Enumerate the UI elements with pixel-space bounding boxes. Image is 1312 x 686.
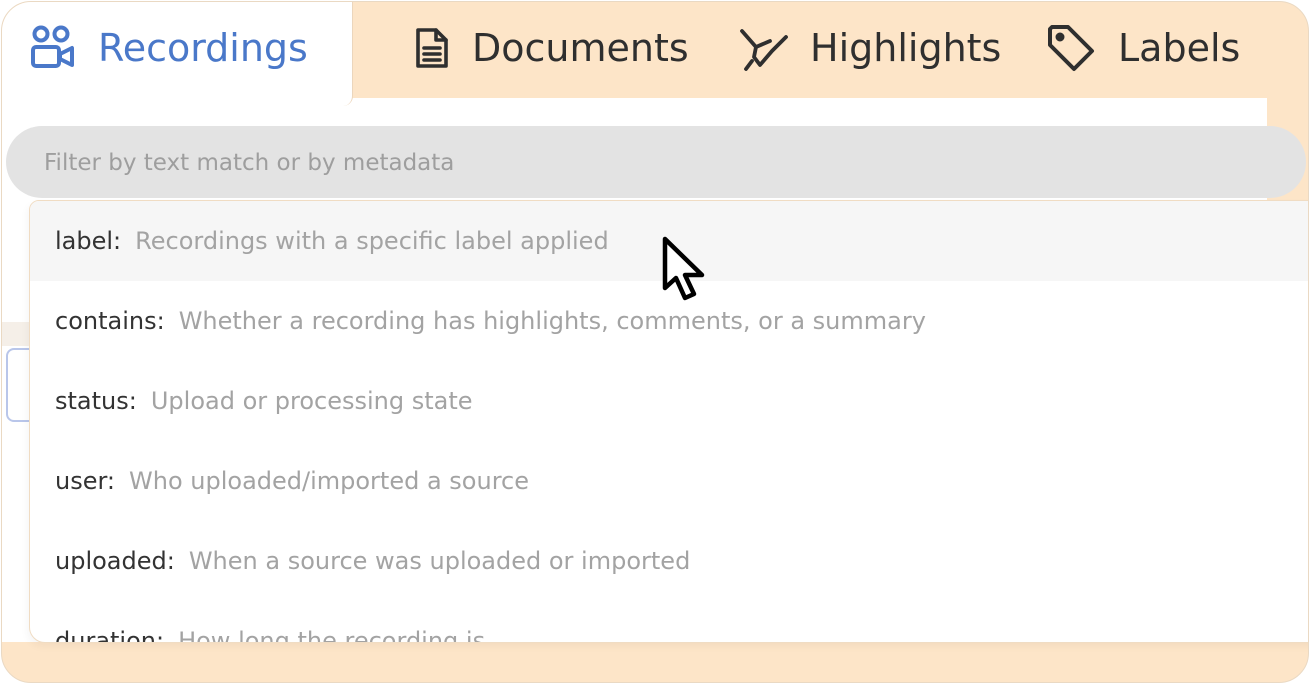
filter-input[interactable] (42, 126, 1226, 200)
tag-icon (1046, 23, 1096, 73)
filter-bar[interactable] (6, 126, 1306, 200)
tab-label: Recordings (98, 26, 308, 70)
option-key: label: (55, 227, 122, 255)
tab-highlights[interactable]: Highlights (740, 18, 1001, 78)
highlighter-icon (740, 25, 788, 71)
tab-label: Labels (1118, 26, 1241, 70)
tab-label: Highlights (810, 26, 1002, 70)
option-key: uploaded: (55, 547, 175, 575)
option-description: Recordings with a specific label applied (135, 227, 609, 255)
filter-option-uploaded[interactable]: uploaded: When a source was uploaded or … (30, 521, 1308, 601)
option-description: When a source was uploaded or imported (188, 547, 691, 575)
tab-recordings[interactable]: Recordings (30, 18, 308, 78)
option-key: duration: (55, 627, 165, 643)
option-description: Upload or processing state (150, 387, 473, 415)
document-icon (414, 26, 450, 70)
tab-documents[interactable]: Documents (414, 18, 689, 78)
mouse-cursor-icon (662, 236, 712, 310)
filter-option-status[interactable]: status: Upload or processing state (30, 361, 1308, 441)
option-description: Who uploaded/imported a source (129, 467, 529, 495)
option-description: Whether a recording has highlights, comm… (178, 307, 926, 335)
filter-option-user[interactable]: user: Who uploaded/imported a source (30, 441, 1308, 521)
option-key: user: (55, 467, 116, 495)
tab-label: Documents (472, 26, 689, 70)
tab-labels[interactable]: Labels (1046, 18, 1240, 78)
option-key: contains: (55, 307, 165, 335)
background-row (2, 322, 32, 346)
option-description: How long the recording is (178, 627, 486, 643)
app-window: Recordings Documents Highlights Labels F… (1, 1, 1309, 683)
option-key: status: (55, 387, 137, 415)
filter-option-duration[interactable]: duration: How long the recording is (30, 601, 1308, 643)
users-video-icon (30, 25, 76, 71)
